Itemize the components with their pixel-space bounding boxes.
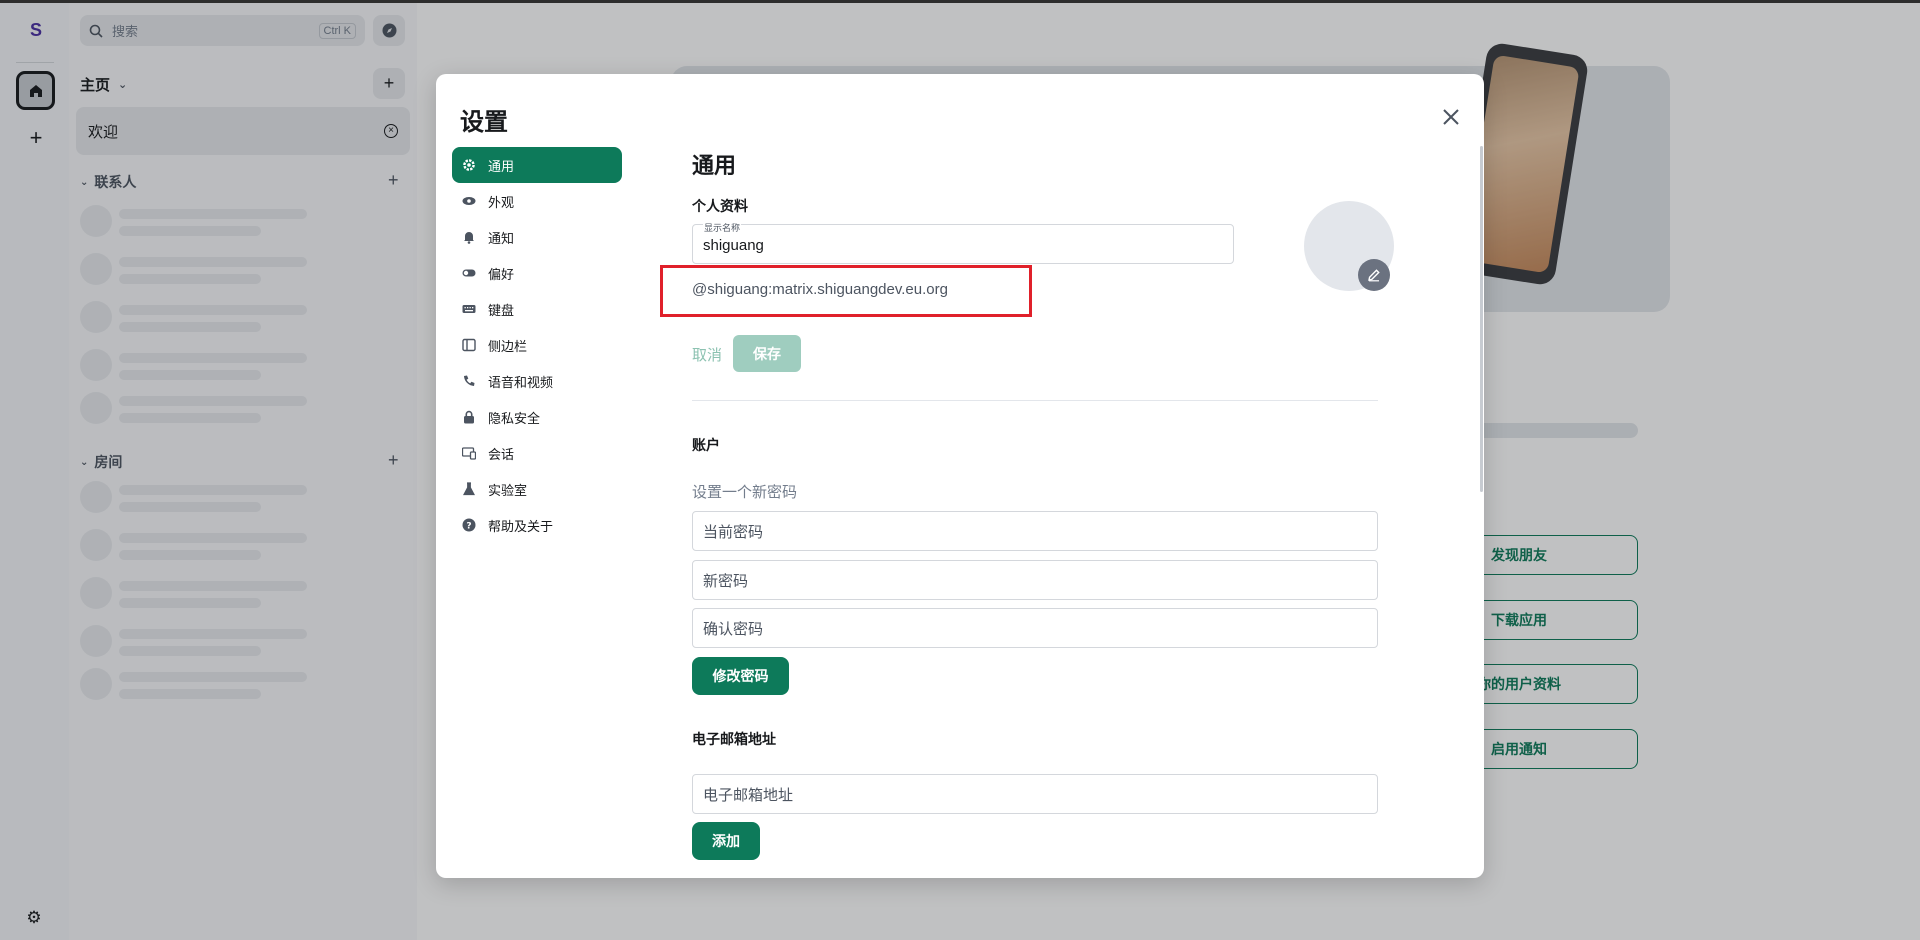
lock-icon [462, 410, 476, 424]
add-email-button[interactable]: 添加 [692, 822, 760, 860]
section-divider [692, 400, 1378, 401]
eye-icon [462, 194, 476, 208]
svg-text:?: ? [466, 521, 471, 531]
display-name-value: shiguang [703, 237, 764, 254]
general-settings-panel: 通用 个人资料 显示名称 shiguang @shiguang:matrix.s… [692, 74, 1394, 878]
account-heading: 账户 [692, 437, 720, 453]
tab-labs[interactable]: 实验室 [452, 471, 622, 507]
settings-dialog: 设置 通用 外观 通知 偏好 键盘 侧边栏 语音和视频 隐私安全 会话 实验室 … [436, 74, 1484, 878]
dialog-scrollbar[interactable] [1480, 146, 1483, 492]
tab-sidebar[interactable]: 侧边栏 [452, 327, 622, 363]
tab-label: 偏好 [488, 266, 515, 282]
annotation-highlight-box [660, 265, 1032, 317]
tab-label: 会话 [488, 446, 515, 462]
tab-label: 外观 [488, 194, 515, 210]
tab-label: 通知 [488, 230, 515, 246]
tab-label: 通用 [488, 158, 515, 174]
tab-label: 实验室 [488, 482, 528, 498]
display-name-field[interactable]: 显示名称 shiguang [692, 221, 1234, 264]
dialog-title: 设置 [460, 109, 508, 136]
tab-sessions[interactable]: 会话 [452, 435, 622, 471]
pencil-icon [1368, 269, 1380, 282]
tab-label: 键盘 [488, 302, 515, 318]
confirm-password-field[interactable]: 确认密码 [692, 608, 1378, 648]
tab-label: 语音和视频 [488, 374, 554, 390]
sidebar-icon [462, 338, 476, 352]
tab-help-about[interactable]: ? 帮助及关于 [452, 507, 622, 543]
email-field[interactable]: 电子邮箱地址 [692, 774, 1378, 814]
section-heading: 通用 [692, 153, 737, 178]
toggle-icon [462, 266, 476, 280]
help-icon: ? [462, 518, 476, 532]
tab-appearance[interactable]: 外观 [452, 183, 622, 219]
current-password-field[interactable]: 当前密码 [692, 511, 1378, 551]
tab-notifications[interactable]: 通知 [452, 219, 622, 255]
gear-icon [462, 158, 476, 172]
tab-keyboard[interactable]: 键盘 [452, 291, 622, 327]
edit-avatar-button[interactable] [1358, 259, 1390, 291]
save-button[interactable]: 保存 [733, 335, 801, 372]
keyboard-icon [462, 302, 476, 316]
bell-icon [462, 230, 476, 244]
display-name-label: 显示名称 [703, 221, 742, 234]
settings-tabs: 通用 外观 通知 偏好 键盘 侧边栏 语音和视频 隐私安全 会话 实验室 ? 帮… [452, 147, 622, 543]
tab-label: 隐私安全 [488, 410, 541, 426]
devices-icon [462, 446, 476, 460]
email-heading: 电子邮箱地址 [692, 731, 776, 747]
tab-security-privacy[interactable]: 隐私安全 [452, 399, 622, 435]
change-password-button[interactable]: 修改密码 [692, 657, 789, 695]
new-password-label: 设置一个新密码 [692, 484, 798, 501]
phone-icon [462, 374, 476, 388]
cancel-button[interactable]: 取消 [692, 344, 722, 365]
window-top-border [0, 0, 1920, 3]
tab-preferences[interactable]: 偏好 [452, 255, 622, 291]
new-password-field[interactable]: 新密码 [692, 560, 1378, 600]
close-icon[interactable] [1440, 106, 1462, 128]
tab-label: 帮助及关于 [488, 518, 554, 534]
profile-heading: 个人资料 [692, 198, 748, 214]
tab-label: 侧边栏 [488, 338, 528, 354]
tab-voice-video[interactable]: 语音和视频 [452, 363, 622, 399]
tab-general[interactable]: 通用 [452, 147, 622, 183]
flask-icon [462, 482, 476, 496]
